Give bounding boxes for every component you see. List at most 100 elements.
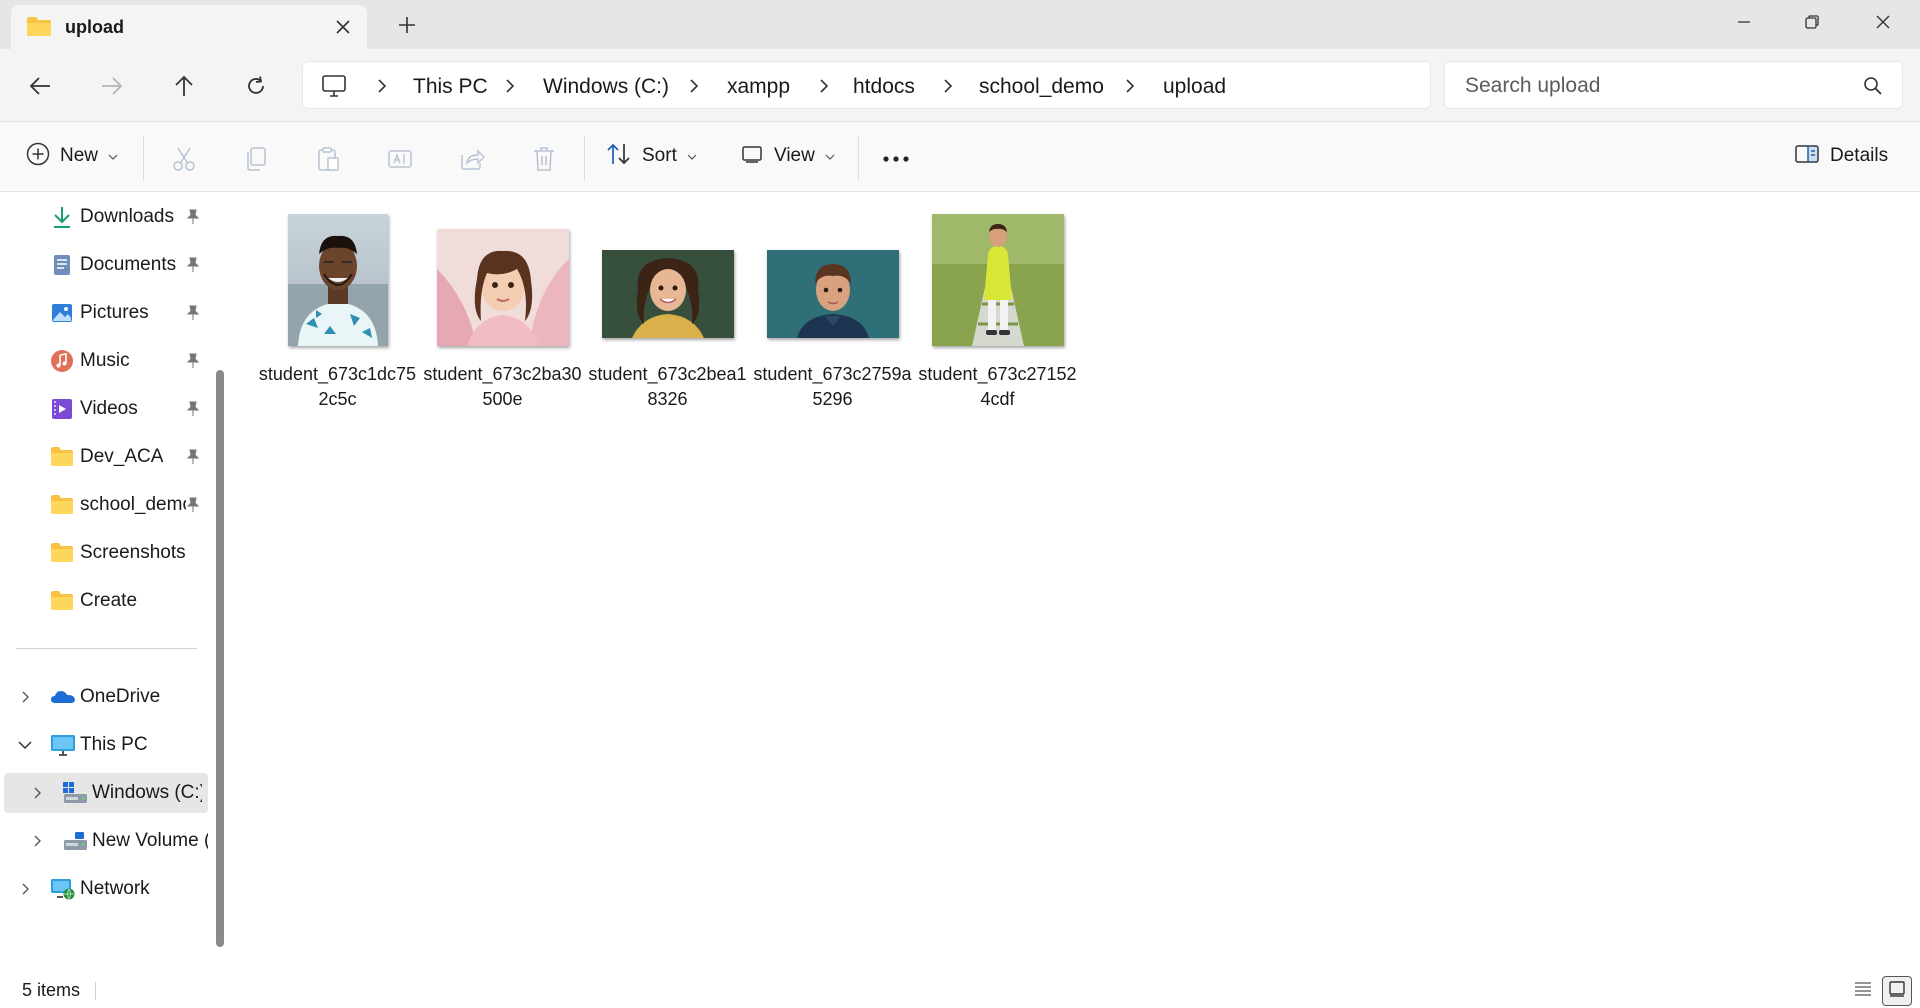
- sort-button[interactable]: Sort: [606, 136, 697, 176]
- copy-icon[interactable]: [242, 145, 270, 173]
- pin-icon[interactable]: [186, 449, 200, 470]
- sidebar-item-label: Create: [80, 590, 138, 611]
- tiles-view-icon: [1887, 980, 1907, 1003]
- drive-icon: [62, 781, 87, 805]
- back-button[interactable]: [22, 68, 58, 104]
- share-icon[interactable]: [458, 145, 486, 173]
- file-item[interactable]: student_673c2ba30500e: [420, 206, 585, 409]
- restore-button[interactable]: [1784, 5, 1840, 39]
- sidebar-item-this-pc[interactable]: This PC: [0, 725, 208, 765]
- sidebar-item-dev-aca[interactable]: Dev_ACA: [0, 437, 208, 477]
- sidebar-item-create[interactable]: Create: [0, 581, 208, 621]
- file-name: student_673c2759a5296: [753, 364, 912, 409]
- image-thumbnail: [436, 229, 569, 346]
- view-label: View: [774, 145, 815, 166]
- sidebar-item-screenshots[interactable]: Screenshots: [0, 533, 208, 573]
- sidebar-item-label: Screenshots: [80, 542, 186, 563]
- tab-upload[interactable]: upload: [11, 5, 367, 49]
- sidebar-item-school-demo[interactable]: school_demo: [0, 485, 208, 525]
- details-label: Details: [1830, 145, 1889, 166]
- sidebar-item-network[interactable]: Network: [0, 869, 208, 909]
- search-icon[interactable]: [1863, 76, 1883, 101]
- rename-icon[interactable]: [386, 145, 414, 173]
- sidebar-item-documents[interactable]: Documents: [0, 245, 208, 285]
- up-button[interactable]: [166, 68, 202, 104]
- sidebar-item-new-volume-d[interactable]: New Volume (D:): [0, 821, 208, 861]
- minimize-button[interactable]: [1716, 5, 1772, 39]
- breadcrumb-school-demo[interactable]: school_demo: [979, 75, 1104, 99]
- chevron-right-icon[interactable]: [31, 834, 45, 848]
- chevron-down-icon[interactable]: [17, 738, 32, 752]
- sidebar-item-label: Documents: [80, 254, 177, 275]
- toolbar-divider: [858, 136, 859, 180]
- breadcrumb-upload[interactable]: upload: [1163, 75, 1226, 99]
- sidebar-item-label: This PC: [80, 734, 148, 755]
- item-count: 5 items: [22, 980, 81, 1000]
- file-name: student_673c2bea18326: [588, 364, 747, 409]
- search-box[interactable]: [1444, 61, 1903, 109]
- chevron-right-icon[interactable]: [31, 786, 45, 800]
- forward-button[interactable]: [94, 68, 130, 104]
- breadcrumb-xampp[interactable]: xampp: [727, 75, 790, 99]
- sidebar-item-videos[interactable]: Videos: [0, 389, 208, 429]
- close-window-button[interactable]: [1855, 5, 1911, 39]
- details-view-button[interactable]: [1848, 976, 1878, 1006]
- file-item[interactable]: student_673c2759a5296: [750, 206, 915, 409]
- pin-icon[interactable]: [186, 353, 200, 374]
- sidebar-item-downloads[interactable]: Downloads: [0, 197, 208, 237]
- sidebar-item-onedrive[interactable]: OneDrive: [0, 677, 208, 717]
- chevron-right-icon[interactable]: [19, 882, 33, 896]
- onedrive-icon: [50, 685, 75, 709]
- chevron-right-icon: [941, 78, 955, 94]
- chevron-down-icon: [687, 147, 697, 165]
- delete-icon[interactable]: [530, 145, 558, 173]
- file-item[interactable]: student_673c1dc752c5c: [255, 206, 420, 409]
- details-pane-button[interactable]: Details: [1794, 136, 1888, 176]
- address-bar[interactable]: This PC Windows (C:) xampp htdocs school…: [302, 61, 1431, 109]
- sidebar-item-label: Pictures: [80, 302, 149, 323]
- documents-icon: [50, 253, 74, 277]
- sidebar-item-label: school_demo: [80, 494, 186, 515]
- chevron-right-icon: [687, 78, 701, 94]
- file-item[interactable]: student_673c271524cdf: [915, 206, 1080, 409]
- sidebar-scrollbar[interactable]: [216, 370, 224, 947]
- large-icons-view-button[interactable]: [1882, 976, 1912, 1006]
- view-button[interactable]: View: [740, 136, 835, 176]
- pin-icon[interactable]: [186, 257, 200, 278]
- toolbar-divider: [584, 136, 585, 180]
- add-circle-icon: [26, 142, 50, 171]
- cut-icon[interactable]: [170, 145, 198, 173]
- more-options-icon[interactable]: [882, 145, 910, 173]
- sidebar-item-windows-c[interactable]: Windows (C:): [4, 773, 208, 813]
- breadcrumb-windows-c[interactable]: Windows (C:): [543, 75, 669, 99]
- pin-icon[interactable]: [186, 497, 200, 518]
- pin-icon[interactable]: [186, 305, 200, 326]
- sort-icon: [606, 142, 632, 171]
- status-divider: [95, 982, 96, 1000]
- folder-icon: [26, 15, 52, 42]
- sidebar-item-pictures[interactable]: Pictures: [0, 293, 208, 333]
- new-tab-button[interactable]: [394, 12, 420, 38]
- pin-icon[interactable]: [186, 209, 200, 230]
- breadcrumb-htdocs[interactable]: htdocs: [853, 75, 915, 99]
- search-input[interactable]: [1465, 72, 1845, 100]
- pictures-icon: [50, 301, 74, 325]
- new-button[interactable]: New: [26, 136, 118, 176]
- close-tab-icon[interactable]: [331, 15, 355, 39]
- sidebar-item-label: Downloads: [80, 206, 174, 227]
- view-icon: [740, 143, 764, 170]
- chevron-right-icon: [817, 78, 831, 94]
- navigation-pane: Downloads Documents Pictures Music Video…: [0, 192, 212, 972]
- new-label: New: [60, 145, 99, 166]
- sidebar-item-music[interactable]: Music: [0, 341, 208, 381]
- file-item[interactable]: student_673c2bea18326: [585, 206, 750, 409]
- pin-icon[interactable]: [186, 401, 200, 422]
- chevron-right-icon[interactable]: [19, 690, 33, 704]
- download-icon: [50, 205, 74, 229]
- sort-label: Sort: [642, 145, 677, 166]
- breadcrumb-this-pc[interactable]: This PC: [413, 75, 488, 99]
- image-thumbnail: [601, 250, 734, 338]
- refresh-button[interactable]: [238, 68, 274, 104]
- paste-icon[interactable]: [314, 145, 342, 173]
- chevron-right-icon: [1123, 78, 1137, 94]
